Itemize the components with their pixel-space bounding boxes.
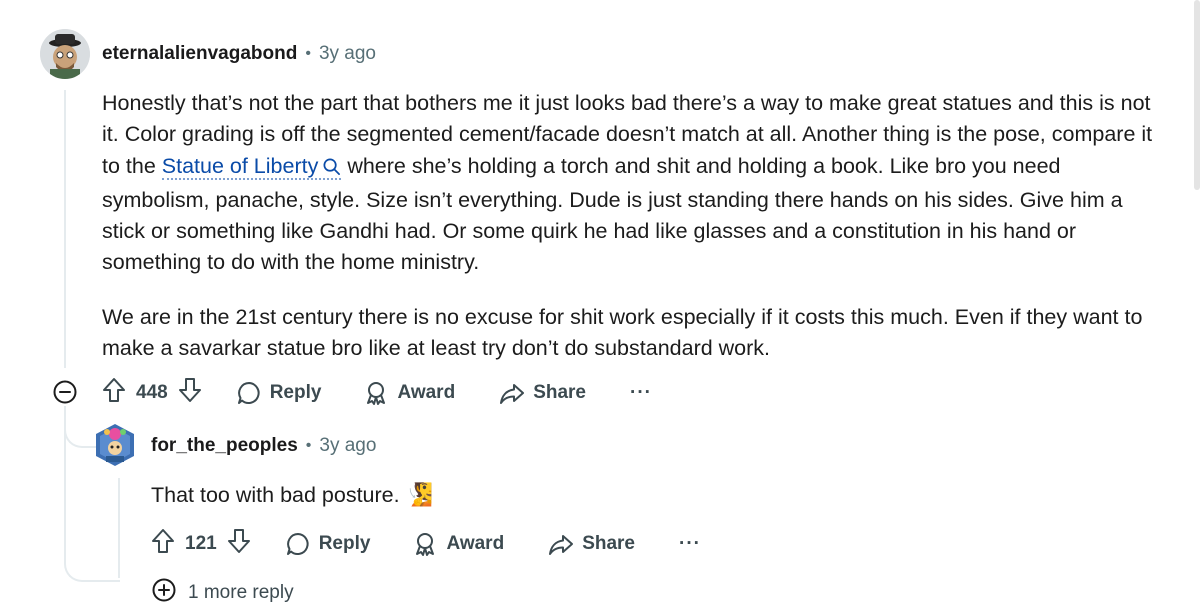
username[interactable]: for_the_peoples [151,435,298,457]
vote-count: 448 [136,382,168,403]
scrollbar[interactable] [1194,0,1200,190]
statue-of-liberty-link[interactable]: Statue of Liberty [161,153,342,180]
comment-paragraph: Honestly that’s not the part that bother… [102,88,1160,279]
comment-actions: 448 Reply Award Share ··· [102,377,652,409]
award-button[interactable]: Award [412,531,504,557]
reply-paragraph: That too with bad posture. 🧏 [151,479,1151,511]
reply-body: That too with bad posture. 🧏 [151,479,1151,511]
username[interactable]: eternalalienvagabond [102,43,297,65]
award-label: Award [397,382,456,403]
timestamp[interactable]: 3y ago [319,435,376,457]
meta-separator: • [305,437,312,454]
share-button[interactable]: Share [499,380,586,406]
comment-body: Honestly that’s not the part that bother… [102,88,1160,364]
thread-line-reply [118,478,120,578]
avatar[interactable] [40,29,90,79]
share-label: Share [582,533,635,554]
comment-paragraph: We are in the 21st century there is no e… [102,304,1143,361]
share-arrow-icon [548,531,574,557]
arrow-down-icon[interactable] [227,528,251,560]
plus-circle-icon [152,578,176,608]
avatar-image [40,29,90,79]
meta-separator: • [305,45,311,62]
thread-line-main [64,90,66,368]
more-options-button[interactable]: ··· [630,382,652,404]
avatar[interactable] [92,420,138,470]
link-text: Statue of Liberty [161,153,319,178]
speech-bubble-icon [236,380,262,406]
award-ribbon-icon [363,380,389,406]
share-label: Share [533,382,586,403]
reply-button[interactable]: Reply [236,380,322,406]
vote-count: 121 [185,533,217,554]
minus-circle-icon [53,380,77,404]
award-ribbon-icon [412,531,438,557]
thread-line-branch [64,500,120,582]
reply-text: That too with bad posture. [151,483,406,507]
award-button[interactable]: Award [363,380,455,406]
comment-meta: eternalalienvagabond • 3y ago [102,43,376,65]
arrow-down-icon[interactable] [178,377,202,409]
arrow-up-icon[interactable] [102,377,126,409]
share-button[interactable]: Share [548,531,635,557]
search-icon [322,154,341,185]
reply-actions: 121 Reply Award Share ··· [151,528,701,560]
more-options-button[interactable]: ··· [679,533,701,555]
reply-label: Reply [269,382,322,403]
reply-button[interactable]: Reply [285,531,371,557]
reply-meta: for_the_peoples • 3y ago [151,435,376,457]
award-label: Award [446,533,505,554]
arrow-up-icon[interactable] [151,528,175,560]
speech-bubble-icon [285,531,311,557]
timestamp[interactable]: 3y ago [319,43,376,65]
emoji: 🧏 [405,482,433,507]
avatar-image [96,424,134,466]
reply-label: Reply [318,533,371,554]
more-replies-label: 1 more reply [188,582,294,603]
collapse-thread-button[interactable] [53,380,77,409]
share-arrow-icon [499,380,525,406]
more-replies-button[interactable]: 1 more reply [152,578,294,608]
